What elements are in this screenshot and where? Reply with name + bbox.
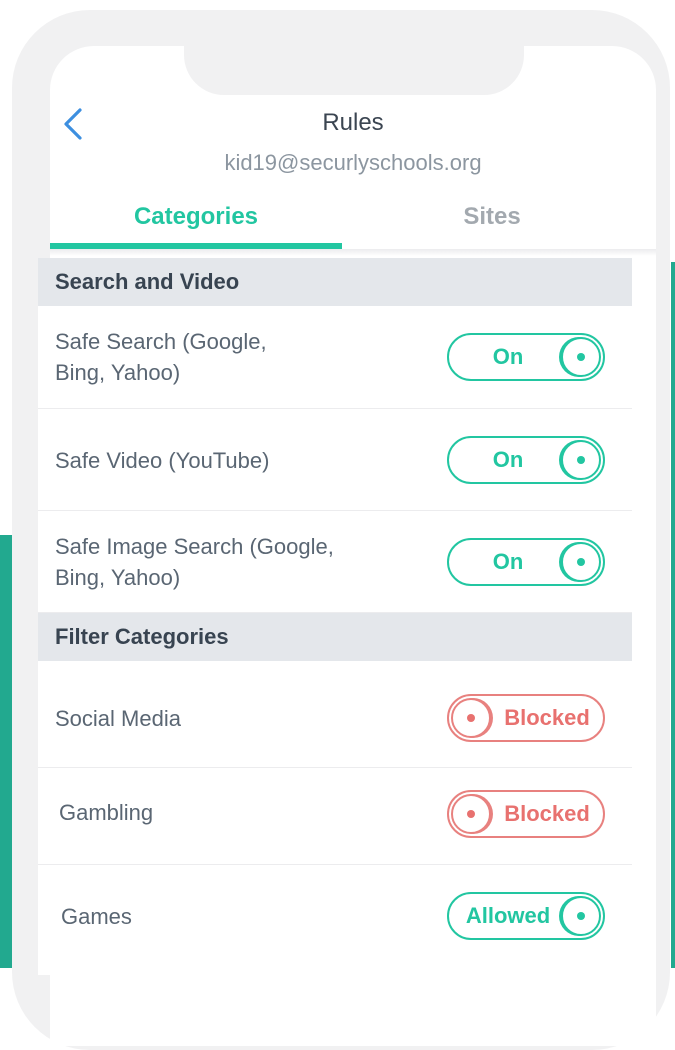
gambling-toggle[interactable]: Blocked bbox=[447, 790, 605, 838]
knob-dot-icon bbox=[577, 912, 585, 920]
games-toggle[interactable]: Allowed bbox=[447, 892, 605, 940]
toggle-state-label: Blocked bbox=[504, 705, 590, 730]
account-email: kid19@securlyschools.org bbox=[224, 150, 482, 175]
toggle-knob bbox=[561, 896, 601, 936]
social-media-toggle[interactable]: Blocked bbox=[447, 694, 605, 742]
knob-dot-icon bbox=[577, 456, 585, 464]
toggle-state-label: On bbox=[492, 447, 524, 472]
rule-label: Games bbox=[61, 904, 132, 929]
toggle-state-label: On bbox=[492, 549, 524, 574]
knob-dot-icon bbox=[467, 810, 475, 818]
tab-categories[interactable]: Categories bbox=[50, 203, 342, 239]
decorative-teal-band-right bbox=[671, 262, 675, 968]
rule-row-safe-search: Safe Search (Google, Bing, Yahoo) On bbox=[38, 306, 632, 409]
rule-label: Safe Search (Google, Bing, Yahoo) bbox=[55, 329, 267, 385]
rule-label: Gambling bbox=[59, 800, 154, 825]
toggle-knob bbox=[561, 542, 601, 582]
toggle-knob bbox=[561, 440, 601, 480]
rule-row-games: Games Allowed bbox=[38, 865, 632, 975]
rule-row-safe-video: Safe Video (YouTube) On bbox=[38, 409, 632, 511]
toggle-knob bbox=[451, 794, 491, 834]
rules-list: Search and Video Safe Search (Google, Bi… bbox=[38, 258, 632, 975]
toggle-state-label: Allowed bbox=[465, 903, 551, 928]
toggle-state-label: Blocked bbox=[504, 801, 590, 826]
rule-row-safe-image-search: Safe Image Search (Google, Bing, Yahoo) … bbox=[38, 511, 632, 613]
knob-dot-icon bbox=[577, 558, 585, 566]
tab-sites[interactable]: Sites bbox=[342, 203, 642, 239]
page-title: Rules bbox=[322, 109, 384, 136]
knob-dot-icon bbox=[467, 714, 475, 722]
safe-video-toggle[interactable]: On bbox=[447, 436, 605, 484]
rule-row-social-media: Social Media Blocked bbox=[38, 661, 632, 768]
toggle-state-label: On bbox=[492, 344, 524, 369]
section-header-filter-categories: Filter Categories bbox=[38, 613, 632, 661]
rule-label: Safe Video (YouTube) bbox=[55, 448, 270, 473]
header-divider bbox=[50, 249, 656, 256]
knob-dot-icon bbox=[577, 353, 585, 361]
phone-notch bbox=[184, 46, 524, 95]
toggle-knob bbox=[451, 698, 491, 738]
safe-search-toggle[interactable]: On bbox=[447, 333, 605, 381]
safe-image-search-toggle[interactable]: On bbox=[447, 538, 605, 586]
section-header-search-and-video: Search and Video bbox=[38, 258, 632, 306]
rule-label: Social Media bbox=[55, 706, 181, 731]
toggle-knob bbox=[561, 337, 601, 377]
rule-label: Safe Image Search (Google, Bing, Yahoo) bbox=[55, 534, 334, 590]
rule-row-gambling: Gambling Blocked bbox=[38, 768, 632, 865]
